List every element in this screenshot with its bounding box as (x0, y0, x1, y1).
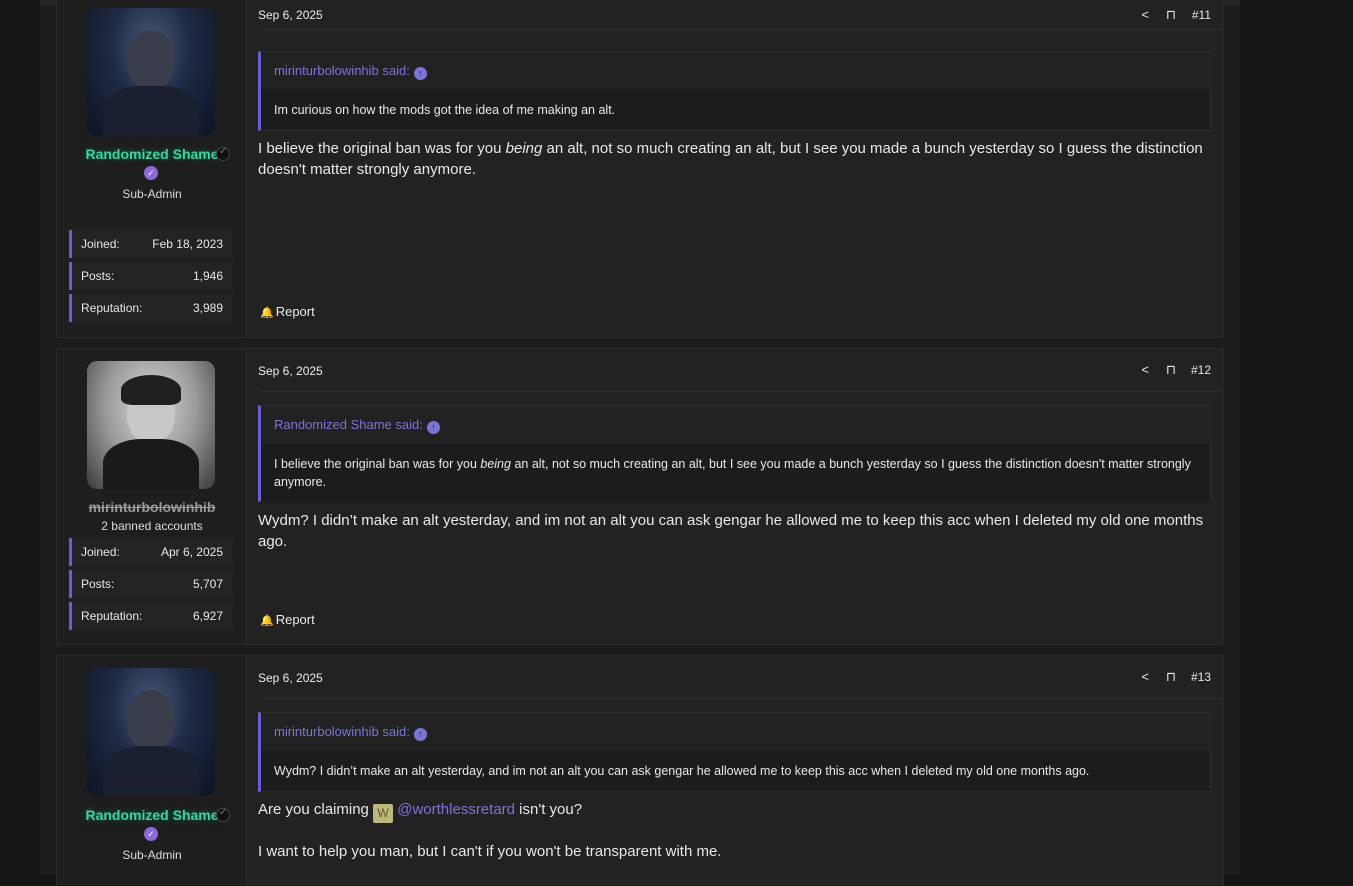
post-body: I believe the original ban was for you b… (258, 140, 1203, 178)
avatar[interactable] (87, 361, 215, 489)
user-cell: Randomized Shame ✓ Sub-Admin (57, 656, 247, 884)
username[interactable]: mirinturbolowinhib (57, 499, 247, 515)
mention-link[interactable]: @worthlessretard (397, 801, 515, 818)
post-13: Randomized Shame ✓ Sub-Admin Sep 6, 2025… (56, 655, 1224, 885)
verified-badge-icon: ✓ (144, 166, 158, 180)
share-icon[interactable]: < (1141, 362, 1149, 377)
arrow-up-circle-icon[interactable]: ↑ (413, 67, 427, 80)
post-body: Wydm? I didn’t make an alt yesterday, an… (258, 512, 1204, 550)
avatar[interactable] (87, 8, 215, 136)
user-title: Sub-Admin (122, 187, 182, 201)
quote-text: Wydm? I didn’t make an alt yesterday, an… (261, 751, 1210, 791)
user-cell: mirinturbolowinhib 2 banned accounts Joi… (57, 349, 247, 644)
stat-reputation: Reputation: 6,927 (69, 602, 233, 630)
post-number[interactable]: #13 (1191, 670, 1211, 684)
stat-joined: Joined: Apr 6, 2025 (69, 538, 233, 566)
stat-posts: Posts: 1,946 (69, 262, 233, 290)
bookmark-icon[interactable]: ⊓ (1166, 669, 1176, 685)
user-cell: Randomized Shame ✓ Sub-Admin Joined:Feb … (57, 0, 247, 337)
post-date[interactable]: Sep 6, 2025 (258, 8, 323, 22)
mention-avatar: W (373, 804, 394, 823)
report-link[interactable]: 🔔 Report (260, 612, 315, 627)
post-body-line-2: I want to help you man, but I can't if y… (258, 843, 722, 860)
thread-page: Randomized Shame ✓ Sub-Admin Joined:Feb … (40, 0, 1240, 885)
verified-badge-icon: ✓ (144, 827, 158, 841)
share-icon[interactable]: < (1141, 669, 1149, 684)
quote-author[interactable]: Randomized Shame said: ↑ (261, 406, 1210, 444)
post-date[interactable]: Sep 6, 2025 (258, 364, 323, 378)
user-title: Sub-Admin (122, 848, 182, 862)
post-date[interactable]: Sep 6, 2025 (258, 671, 323, 685)
quote-block: mirinturbolowinhib said: ↑ Wydm? I didn’t… (258, 712, 1211, 792)
bookmark-icon[interactable]: ⊓ (1166, 7, 1176, 23)
user-title: 2 banned accounts (101, 519, 203, 533)
quote-author[interactable]: mirinturbolowinhib said: ↑ (261, 713, 1210, 751)
avatar[interactable] (87, 668, 215, 796)
post-number[interactable]: #11 (1192, 8, 1211, 22)
bell-icon: 🔔 (260, 615, 274, 627)
online-status-icon (216, 807, 230, 822)
quote-text: I believe the original ban was for you b… (261, 444, 1210, 502)
stat-posts: Posts: 5,707 (69, 570, 233, 598)
message-cell: Sep 6, 2025 < ⊓ #12 Randomized Shame sai… (258, 349, 1223, 646)
bookmark-icon[interactable]: ⊓ (1166, 362, 1176, 378)
online-status-icon (216, 146, 230, 161)
quote-text: Im curious on how the mods got the idea … (261, 90, 1210, 130)
message-cell: Sep 6, 2025 < ⊓ #13 mirinturbolowinhib s… (258, 656, 1223, 886)
quote-author[interactable]: mirinturbolowinhib said: ↑ (261, 52, 1210, 90)
quote-block: mirinturbolowinhib said: ↑ Im curious on … (258, 51, 1211, 131)
quote-block: Randomized Shame said: ↑ I believe the or… (258, 405, 1211, 502)
bell-icon: 🔔 (260, 307, 274, 319)
post-12: mirinturbolowinhib 2 banned accounts Joi… (56, 348, 1224, 645)
stat-reputation: Reputation: 3,989 (69, 294, 233, 322)
post-body-line-1: Are you claiming W @worthlessretard isn'… (258, 799, 1211, 823)
message-cell: Sep 6, 2025 < ⊓ #11 mirinturbolowinhib s… (258, 0, 1223, 339)
stat-joined: Joined: Feb 18, 2023 (69, 230, 233, 258)
arrow-up-circle-icon[interactable]: ↑ (413, 728, 427, 741)
post-number[interactable]: #12 (1191, 363, 1211, 377)
post-11: Randomized Shame ✓ Sub-Admin Joined:Feb … (56, 0, 1224, 338)
share-icon[interactable]: < (1141, 7, 1149, 22)
report-link[interactable]: 🔔 Report (260, 304, 315, 319)
arrow-up-circle-icon[interactable]: ↑ (426, 421, 440, 434)
